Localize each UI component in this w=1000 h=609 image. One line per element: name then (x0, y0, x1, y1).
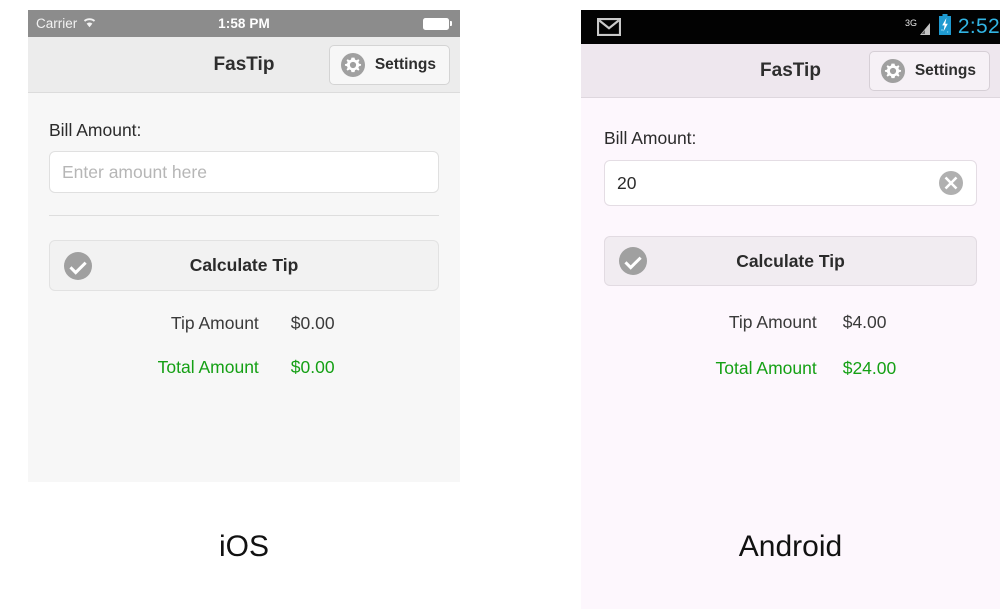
gear-icon (880, 58, 906, 84)
gear-icon (340, 52, 366, 78)
signal-triangle-icon: 3G (904, 17, 932, 37)
svg-text:3G: 3G (905, 18, 917, 28)
android-title-bar: FasTip Settings (581, 44, 1000, 98)
result-row-tip: Tip Amount $4.00 (604, 312, 977, 333)
android-content-area: Bill Amount: 20 Calculate Tip Tip Amount (581, 98, 1000, 379)
total-amount-label: Total Amount (157, 357, 259, 377)
bill-amount-label: Bill Amount: (49, 120, 142, 140)
result-row-tip: Tip Amount $0.00 (49, 313, 439, 334)
android-clock: 2:52 (957, 15, 1000, 38)
settings-button-label: Settings (914, 62, 976, 79)
bill-amount-placeholder: Enter amount here (62, 161, 207, 182)
result-row-total: Total Amount $24.00 (604, 358, 977, 379)
tip-amount-value: $0.00 (290, 313, 335, 333)
settings-button[interactable]: Settings (868, 51, 990, 91)
ios-status-bar: Carrier 1:58 PM (28, 10, 460, 37)
tip-amount-label: Tip Amount (170, 313, 259, 333)
android-phone-screen: 3G 2:52 FasTip Settings Bill Amount: 20 … (581, 10, 1000, 609)
ios-platform-caption: iOS (218, 530, 269, 563)
calculate-tip-button[interactable]: Calculate Tip (49, 240, 439, 291)
ios-phone-screen: Carrier 1:58 PM FasTip Settings Bill Amo… (28, 10, 460, 482)
ios-clock: 1:58 PM (218, 16, 270, 31)
ios-title-bar: FasTip Settings (28, 37, 460, 93)
android-platform-caption: Android (738, 530, 843, 563)
clear-circle-icon[interactable] (938, 170, 964, 196)
total-amount-label: Total Amount (715, 358, 817, 378)
bill-amount-input[interactable]: 20 (604, 160, 977, 206)
settings-button-label: Settings (374, 56, 436, 73)
bill-amount-input[interactable]: Enter amount here (49, 151, 439, 193)
calculate-tip-button[interactable]: Calculate Tip (604, 236, 977, 286)
section-divider (49, 215, 439, 216)
bill-amount-value: 20 (617, 172, 637, 193)
tip-amount-value: $4.00 (842, 312, 887, 332)
android-status-right-group: 3G 2:52 (904, 14, 1000, 40)
calculate-tip-label: Calculate Tip (736, 250, 845, 271)
android-status-bar: 3G 2:52 (581, 10, 1000, 44)
mail-icon (597, 18, 621, 36)
ios-content-area: Bill Amount: Enter amount here Calculate… (28, 93, 460, 482)
tip-amount-label: Tip Amount (728, 312, 817, 332)
bill-amount-label: Bill Amount: (604, 128, 697, 148)
settings-button[interactable]: Settings (328, 45, 450, 85)
calculate-tip-label: Calculate Tip (189, 255, 299, 275)
result-row-total: Total Amount $0.00 (49, 357, 439, 378)
total-amount-value: $24.00 (842, 358, 897, 378)
battery-charging-icon (938, 14, 952, 40)
total-amount-value: $0.00 (290, 357, 335, 377)
battery-full-icon (423, 17, 452, 30)
